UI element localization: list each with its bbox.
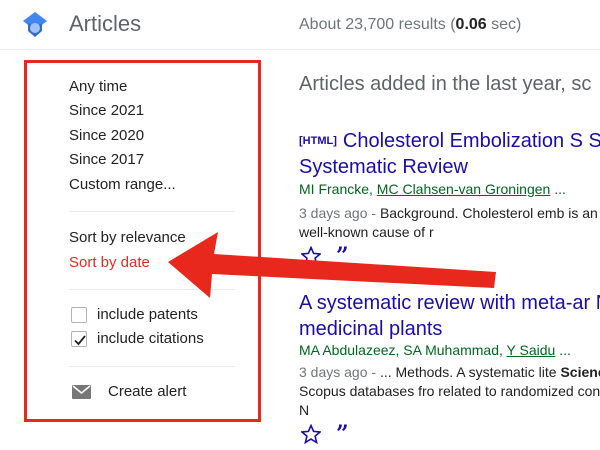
results-main: Articles added in the last year, sc [HTM… xyxy=(299,0,600,450)
sidebar-divider xyxy=(69,289,235,290)
include-patents-checkbox[interactable] xyxy=(71,307,87,323)
sidebar-divider xyxy=(69,366,235,367)
page-title: Articles xyxy=(69,11,142,36)
star-icon[interactable] xyxy=(301,424,321,444)
mail-icon xyxy=(72,385,91,399)
result-authors: MI Francke, MC Clahsen-van Groningen ... xyxy=(299,181,566,197)
section-heading: Articles added in the last year, sc xyxy=(299,73,592,95)
result-title-text: Cholesterol Embolization S Series and Sy… xyxy=(299,130,600,178)
result-snippet: 3 days ago - ... Methods. A systematic l… xyxy=(299,364,600,418)
create-alert-button[interactable]: Create alert xyxy=(72,382,222,402)
filter-any-time[interactable]: Any time xyxy=(69,78,127,95)
sort-by-relevance[interactable]: Sort by relevance xyxy=(69,229,186,246)
include-citations-label: include citations xyxy=(97,330,204,347)
filter-since-2021[interactable]: Since 2021 xyxy=(69,102,144,119)
result-snippet: 3 days ago - Background. Cholesterol emb… xyxy=(299,205,600,240)
scholar-logo-icon[interactable] xyxy=(22,11,48,39)
star-icon[interactable] xyxy=(301,246,321,266)
sidebar-divider xyxy=(69,211,235,212)
sort-by-date[interactable]: Sort by date xyxy=(69,254,150,271)
result-title-text: A systematic review with meta-ar Nigeria… xyxy=(299,292,600,340)
cite-quote-icon[interactable]: ” xyxy=(336,245,356,267)
result-title-link[interactable]: [HTML]Cholesterol Embolization S Series … xyxy=(299,128,600,180)
author-link[interactable]: Y Saidu xyxy=(507,342,556,358)
filter-since-2020[interactable]: Since 2020 xyxy=(69,127,144,144)
include-citations-option[interactable]: include citations xyxy=(71,330,231,350)
cite-quote-icon[interactable]: ” xyxy=(336,423,356,445)
filter-custom-range[interactable]: Custom range... xyxy=(69,176,176,193)
result-authors: MA Abdulazeez, SA Muhammad, Y Saidu ... xyxy=(299,342,571,358)
filter-since-2017[interactable]: Since 2017 xyxy=(69,151,144,168)
checkbox-checked-icon xyxy=(74,335,86,346)
create-alert-label: Create alert xyxy=(108,383,187,400)
html-tag: [HTML] xyxy=(299,135,337,147)
author-link[interactable]: MC Clahsen-van Groningen xyxy=(377,181,551,197)
include-citations-checkbox[interactable] xyxy=(71,331,87,347)
include-patents-label: include patents xyxy=(97,306,198,323)
include-patents-option[interactable]: include patents xyxy=(71,306,231,326)
result-title-link[interactable]: A systematic review with meta-ar Nigeria… xyxy=(299,290,600,342)
